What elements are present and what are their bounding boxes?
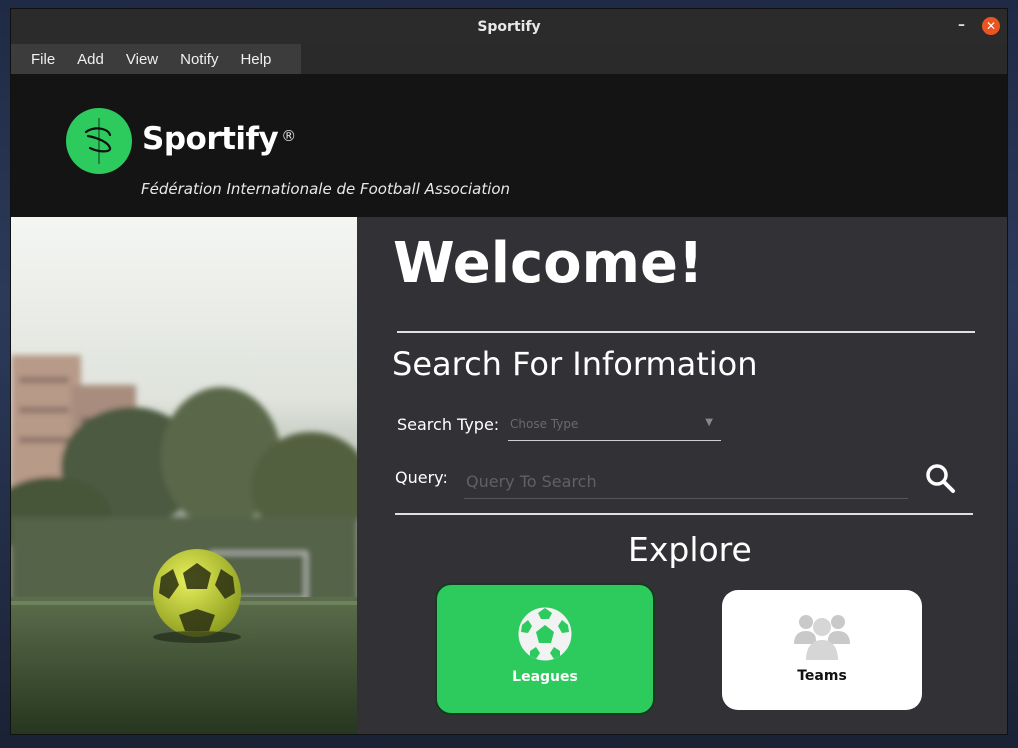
soccer-ball-icon [517,606,573,662]
registered-mark: ® [281,127,296,145]
search-type-placeholder: Chose Type [510,417,579,431]
tagline: Fédération Internationale de Football As… [141,180,511,198]
menu-bar: File Add View Notify Help [11,44,301,74]
explore-title: Explore [628,530,752,569]
brand-name: Sportify ® [142,121,296,157]
search-icon[interactable] [923,461,957,495]
menu-file[interactable]: File [11,51,66,68]
search-section-title: Search For Information [392,345,758,383]
search-type-select[interactable]: Chose Type ▼ [508,409,721,441]
query-input[interactable] [464,465,908,499]
team-group-icon [794,615,850,660]
title-bar[interactable]: Sportify – ✕ [11,9,1007,44]
leagues-card[interactable]: Leagues [435,583,655,715]
menu-view[interactable]: View [115,51,169,68]
teams-card-label: Teams [797,668,847,684]
main-panel: Welcome! Search For Information Search T… [357,217,1007,734]
divider-top [397,331,975,333]
leagues-card-label: Leagues [512,669,578,685]
minimize-button[interactable]: – [958,17,965,33]
menu-add[interactable]: Add [66,51,115,68]
football-photo [11,217,357,734]
teams-card[interactable]: Teams [722,590,922,710]
football-field-image [11,217,357,734]
menu-help[interactable]: Help [229,51,282,68]
menu-bar-filler [301,44,1007,74]
app-header: Sportify ® Fédération Internationale de F… [11,74,1007,217]
divider-bottom [395,513,973,515]
window-title: Sportify [477,18,541,35]
query-label: Query: [395,468,448,487]
search-type-label: Search Type: [397,415,500,434]
close-button[interactable]: ✕ [982,17,1000,35]
sportify-logo-icon [66,108,132,174]
menu-notify[interactable]: Notify [169,51,229,68]
chevron-down-icon: ▼ [705,417,713,428]
brand-text: Sportify [142,121,279,157]
welcome-heading: Welcome! [393,231,704,296]
app-window: Sportify – ✕ File Add View Notify Help S… [10,8,1008,735]
